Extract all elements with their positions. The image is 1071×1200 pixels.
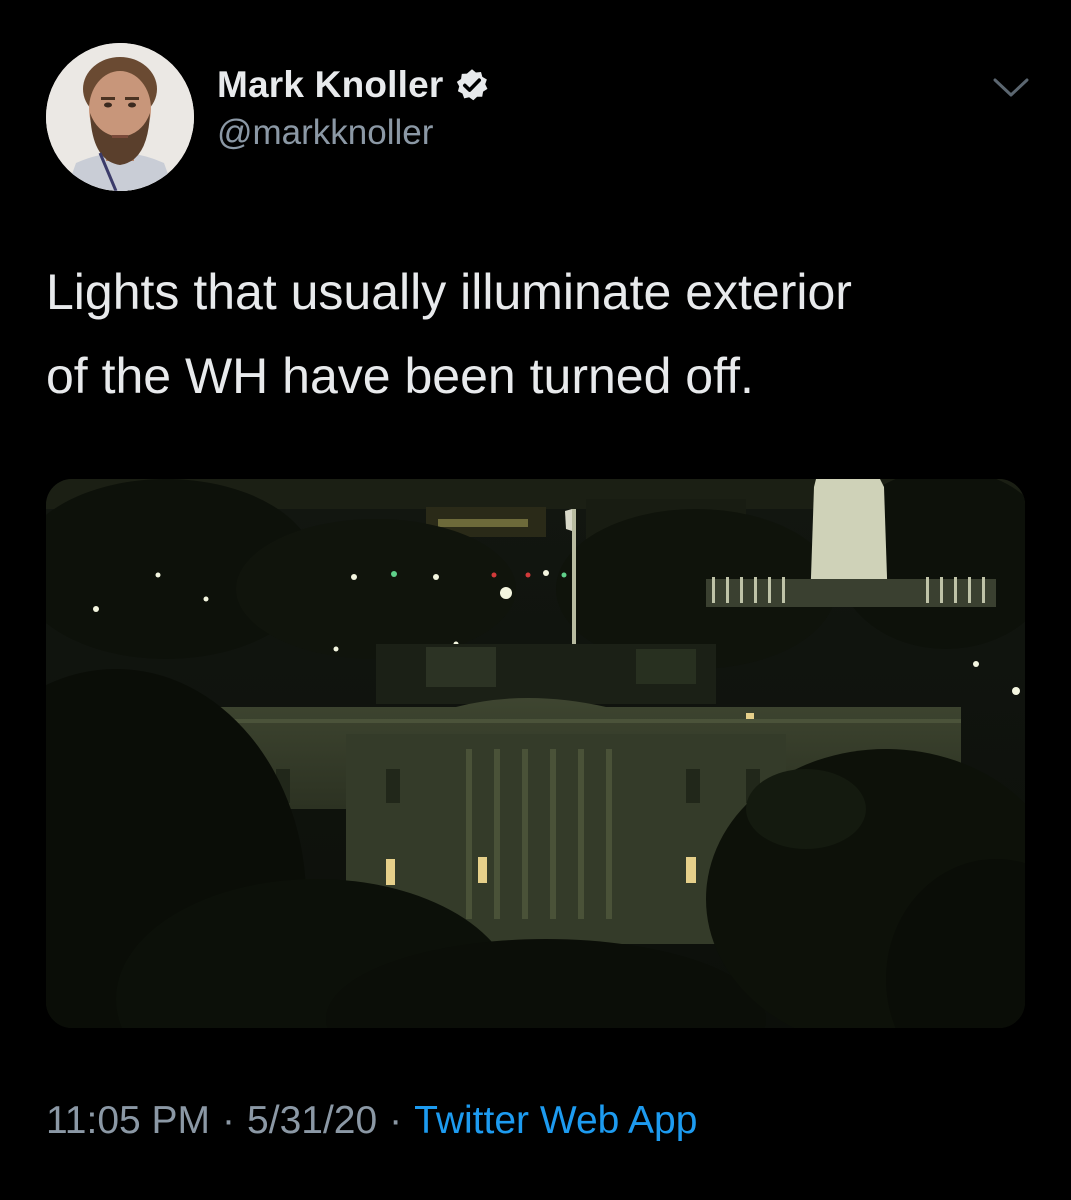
tweet-text: Lights that usually illuminate exterior …	[46, 264, 852, 404]
meta-separator: ·	[222, 1099, 236, 1142]
tweet-source-link[interactable]: Twitter Web App	[414, 1099, 697, 1143]
avatar[interactable]	[46, 43, 194, 191]
tweet-card: Mark Knoller @markknoller Lights that us…	[0, 0, 1071, 1200]
tweet-time[interactable]: 11:05 PM	[46, 1099, 210, 1143]
tweet-date[interactable]: 5/31/20	[247, 1099, 377, 1143]
meta-separator: ·	[389, 1099, 403, 1142]
chevron-down-icon[interactable]	[989, 71, 1033, 105]
tweet-photo[interactable]	[46, 479, 1025, 1028]
author-handle[interactable]: @markknoller	[217, 113, 433, 153]
tweet-meta: 11:05 PM · 5/31/20 · Twitter Web App	[46, 1099, 697, 1143]
verified-badge-icon	[454, 67, 490, 103]
author-name-row[interactable]: Mark Knoller	[217, 62, 490, 108]
author-name[interactable]: Mark Knoller	[217, 64, 444, 106]
